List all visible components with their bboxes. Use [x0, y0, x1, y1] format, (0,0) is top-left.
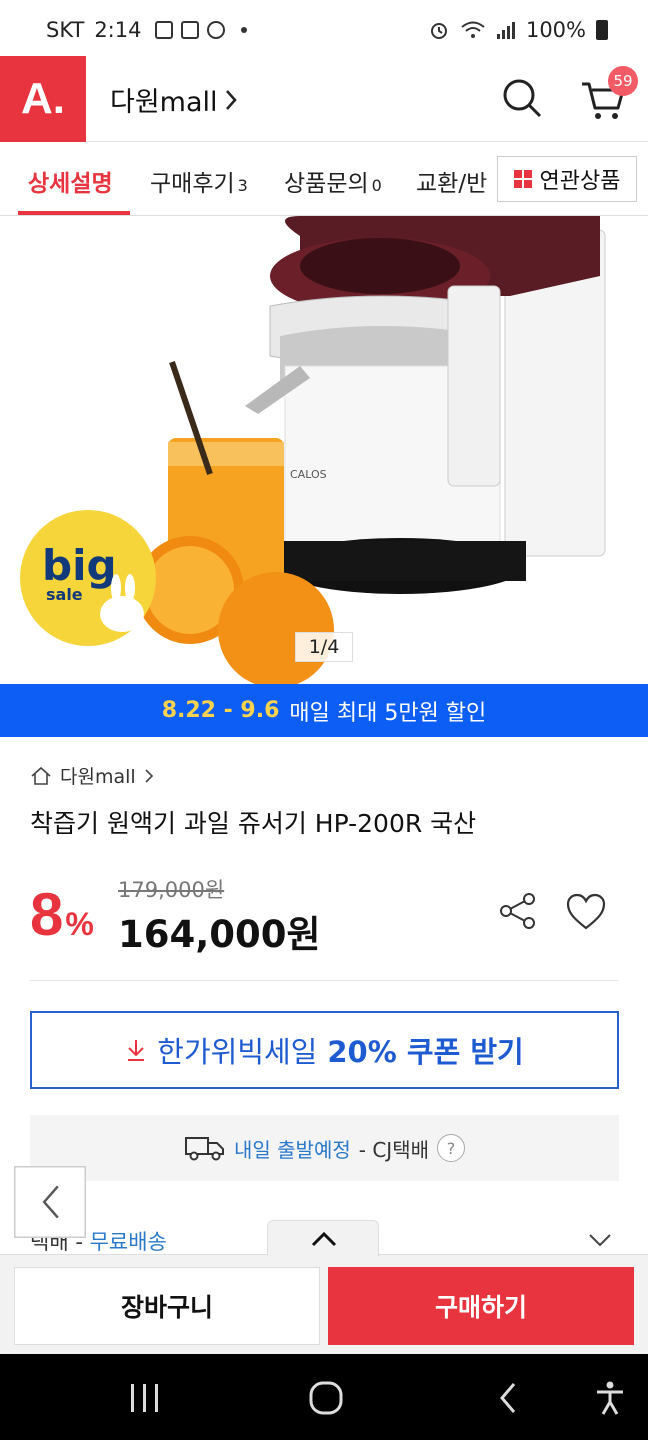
battery-icon [596, 20, 608, 40]
truck-icon [184, 1137, 224, 1161]
brand-text: CALOS [290, 468, 327, 481]
search-icon[interactable] [500, 76, 544, 120]
more-notifications-icon [241, 27, 248, 33]
sale-banner[interactable]: 8.22 - 9.6 매일 최대 5만원 할인 [0, 684, 648, 737]
discount-rate: 8% [30, 880, 94, 949]
signal-icon [496, 22, 515, 39]
product-image-carousel[interactable]: CALOS big sale [0, 216, 648, 684]
sale-price: 164,000원 [118, 913, 321, 956]
tab-count: 3 [237, 176, 248, 195]
sale-dates: 8.22 - 9.6 [161, 698, 280, 723]
status-left: SKT 2:14 [46, 18, 248, 42]
tab-label: 구매후기 [150, 171, 235, 197]
tab-reviews[interactable]: 구매후기 3 [150, 164, 248, 198]
cart-count-badge: 59 [608, 66, 638, 96]
recent-apps-icon[interactable] [128, 1382, 162, 1414]
back-nav-icon[interactable] [494, 1380, 522, 1416]
grid-icon [513, 170, 532, 188]
breadcrumb[interactable]: 다원mall [30, 762, 154, 789]
home-icon [31, 766, 51, 785]
image-counter: 1/4 [295, 632, 353, 662]
shipping-carrier: - CJ택배 [358, 1137, 429, 1162]
battery-percent: 100% [525, 18, 586, 42]
system-nav-bar [0, 1354, 648, 1440]
coupon-offer: 20% 쿠폰 받기 [327, 1035, 524, 1069]
shipping-info: 내일 출발예정 - CJ택배 ? [30, 1115, 619, 1181]
heart-icon[interactable] [565, 892, 607, 932]
home-button-icon[interactable] [308, 1380, 344, 1416]
alarm-icon [430, 23, 447, 39]
wifi-icon [461, 21, 485, 38]
back-arrow-icon[interactable] [14, 1166, 86, 1238]
tab-exchange[interactable]: 교환/반 [416, 164, 487, 198]
buy-now-button[interactable]: 구매하기 [328, 1267, 634, 1345]
discount-number: 8 [30, 881, 64, 948]
original-price: 179,000원 [118, 878, 225, 902]
chevron-right-icon [145, 768, 153, 783]
tab-label: 상세설명 [28, 171, 113, 197]
gallery-icon [155, 21, 174, 39]
discount-unit: % [65, 906, 94, 942]
active-tab-indicator [18, 211, 130, 215]
add-to-cart-button[interactable]: 장바구니 [14, 1267, 320, 1345]
product-photo: CALOS big sale [20, 216, 606, 684]
related-products-button[interactable]: 연관상품 [497, 156, 637, 202]
tab-count: 0 [371, 176, 382, 195]
tab-label: 교환/반 [416, 171, 488, 197]
badge-sale-text: sale [46, 585, 83, 604]
chevron-down-icon[interactable] [586, 1226, 614, 1254]
coupon-prefix: 한가위빅세일 [157, 1035, 318, 1069]
chevron-up-icon [311, 1231, 337, 1247]
breadcrumb-store: 다원mall [60, 766, 136, 788]
share-icon[interactable] [497, 890, 539, 932]
related-label: 연관상품 [539, 169, 621, 194]
sale-text: 매일 최대 5만원 할인 [289, 700, 487, 726]
location-icon [207, 21, 226, 39]
store-link[interactable]: 다원mall [110, 80, 240, 119]
store-name: 다원mall [110, 87, 218, 118]
product-title: 착즙기 원액기 과일 쥬서기 HP-200R 국산 [30, 809, 477, 838]
accessibility-icon[interactable] [594, 1380, 626, 1416]
notification-icons [155, 21, 248, 39]
tab-description[interactable]: 상세설명 [28, 164, 113, 198]
coupon-download-button[interactable]: 한가위빅세일 20% 쿠폰 받기 [30, 1011, 619, 1089]
app-notification-icon [181, 21, 200, 39]
status-bar: SKT 2:14 100% [0, 0, 648, 56]
free-shipping: 무료배송 [89, 1230, 167, 1254]
app-header: A. 다원mall [0, 56, 648, 142]
clock: 2:14 [94, 18, 142, 42]
shipping-date: 내일 출발예정 [233, 1137, 351, 1162]
app-logo[interactable]: A. [0, 56, 86, 142]
chevron-right-icon [225, 89, 237, 110]
download-icon [128, 1040, 145, 1061]
tab-label: 상품문의 [284, 171, 369, 197]
tray-toggle[interactable] [267, 1220, 379, 1256]
help-icon[interactable]: ? [437, 1134, 465, 1162]
badge-big-text: big [42, 541, 117, 590]
detail-tabs: 상세설명 구매후기 3 상품문의 0 교환/반 연관상품 [0, 142, 648, 216]
carrier-label: SKT [46, 18, 85, 42]
divider [30, 980, 618, 981]
tab-questions[interactable]: 상품문의 0 [284, 164, 382, 198]
status-right: 100% [428, 18, 608, 42]
